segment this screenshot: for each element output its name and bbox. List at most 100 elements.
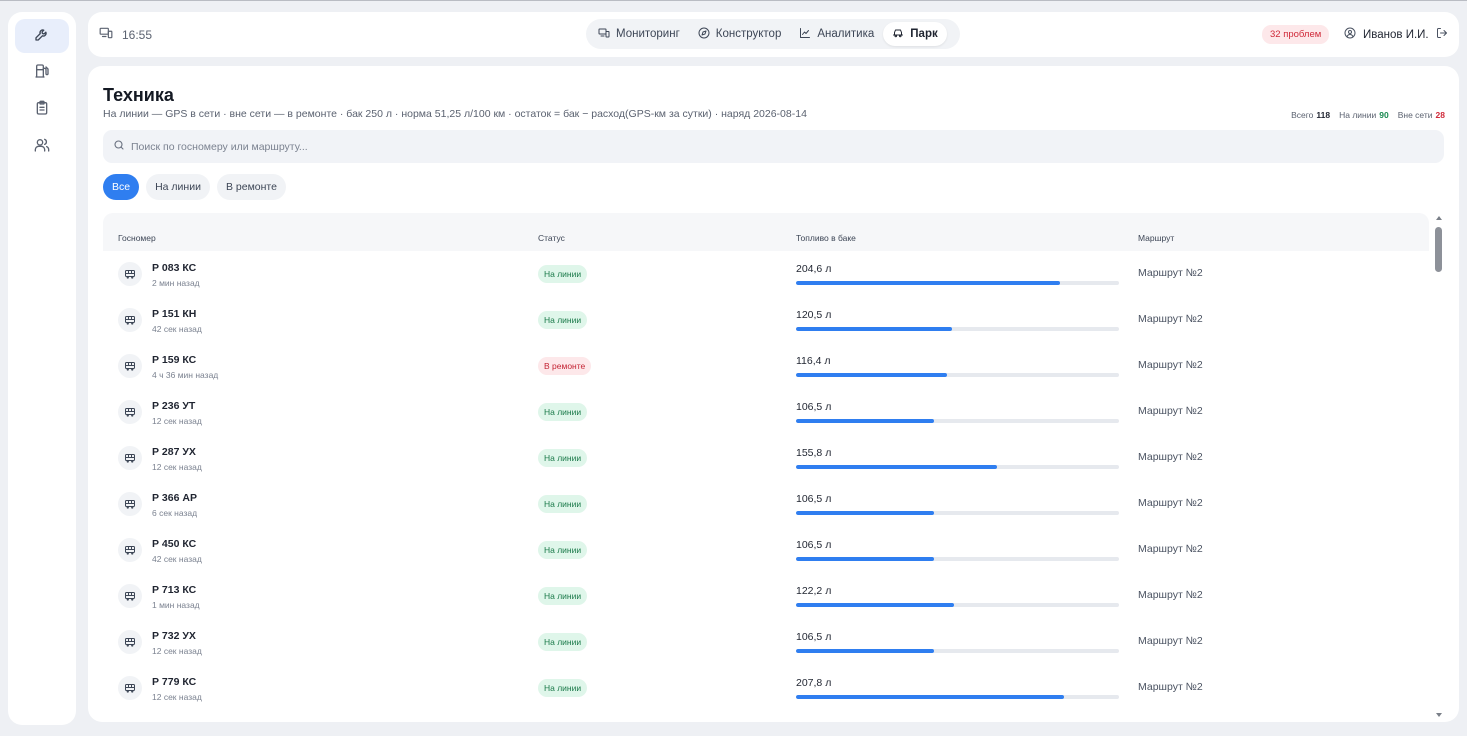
route-name: Маршрут №2	[1138, 267, 1203, 279]
top-bar: 16:55 Мониторинг Конструктор Аналитика П…	[88, 12, 1459, 57]
status-badge: На линии	[538, 403, 588, 421]
route-name: Маршрут №2	[1138, 405, 1203, 417]
filter-all[interactable]: Все	[103, 174, 140, 200]
table-row[interactable]: Р 713 КС 1 мин назад На линии 122,2 л Маршру…	[103, 573, 1429, 619]
fuel-bar	[796, 465, 1119, 469]
vehicle-plate: Р 366 АР	[152, 492, 197, 504]
fuel-pump-icon	[34, 63, 50, 84]
table-row[interactable]: Р 236 УТ 12 сек назад На линии 106,5 л Маршр…	[103, 389, 1429, 435]
search-box	[103, 130, 1444, 163]
clock: 16:55	[99, 26, 152, 43]
table-scrollbar[interactable]	[1434, 213, 1444, 722]
bus-icon	[118, 630, 142, 654]
fuel-value: 155,8 л	[796, 447, 832, 459]
last-seen: 2 мин назад	[152, 278, 200, 288]
fuel-bar-fill	[796, 465, 998, 469]
devices-icon	[99, 26, 113, 43]
vehicles-table: Госномер Статус Топливо в баке Маршрут Р…	[103, 213, 1429, 722]
sidebar-item-users[interactable]	[15, 130, 69, 164]
fuel-bar-fill	[796, 419, 934, 423]
clipboard-icon	[34, 100, 50, 121]
sidebar-item-vehicles[interactable]	[15, 19, 69, 53]
fuel-bar-fill	[796, 511, 934, 515]
problems-badge[interactable]: 32 проблем	[1262, 25, 1330, 44]
last-seen: 42 сек назад	[152, 554, 202, 564]
column-header-fuel[interactable]: Топливо в баке	[796, 233, 856, 243]
vehicle-plate: Р 732 УХ	[152, 630, 196, 642]
vehicle-plate: Р 151 КН	[152, 308, 197, 320]
table-row[interactable]: Р 287 УХ 12 сек назад На линии 155,8 л Маршр…	[103, 435, 1429, 481]
sidebar-item-orders[interactable]	[15, 93, 69, 127]
vehicle-plate: Р 159 КС	[152, 354, 197, 366]
column-header-plate[interactable]: Госномер	[118, 233, 156, 243]
vehicle-plate: Р 450 КС	[152, 538, 197, 550]
route-name: Маршрут №2	[1138, 497, 1203, 509]
scroll-thumb[interactable]	[1435, 227, 1442, 272]
table-row[interactable]: Р 732 УХ 12 сек назад На линии 106,5 л Маршр…	[103, 619, 1429, 665]
fuel-value: 116,4 л	[796, 355, 831, 367]
bus-icon	[118, 584, 142, 608]
vehicle-plate: Р 713 КС	[152, 584, 197, 596]
fleet-stats: Всего 118 На линии 90 Вне сети 28	[1291, 110, 1445, 120]
table-row[interactable]: Р 083 КС 2 мин назад На линии 204,6 л Маршру…	[103, 251, 1429, 297]
vehicle-plate: Р 083 КС	[152, 262, 197, 274]
vehicle-plate: Р 236 УТ	[152, 400, 196, 412]
status-badge: На линии	[538, 587, 588, 605]
last-seen: 42 сек назад	[152, 324, 202, 334]
logout-icon[interactable]	[1436, 27, 1448, 42]
fuel-value: 106,5 л	[796, 539, 832, 551]
scroll-down-arrow-icon[interactable]	[1436, 713, 1442, 717]
clock-time: 16:55	[122, 27, 153, 42]
sidebar-item-fuel[interactable]	[15, 56, 69, 90]
status-badge: На линии	[538, 679, 588, 697]
table-row[interactable]: Р 450 КС 42 сек назад На линии 106,5 л Маршр…	[103, 527, 1429, 573]
fuel-bar	[796, 373, 1119, 377]
fuel-value: 106,5 л	[796, 631, 832, 643]
last-seen: 12 сек назад	[152, 462, 202, 472]
fuel-bar	[796, 557, 1119, 561]
search-input[interactable]	[131, 140, 1431, 153]
fuel-value: 106,5 л	[796, 493, 832, 505]
table-header: Госномер Статус Топливо в баке Маршрут	[103, 213, 1429, 251]
fuel-bar	[796, 327, 1119, 331]
fuel-bar	[796, 419, 1119, 423]
fuel-value: 120,5 л	[796, 309, 832, 321]
table-row[interactable]: Р 151 КН 42 сек назад На линии 120,5 л Маршр…	[103, 297, 1429, 343]
user-icon	[1344, 27, 1356, 42]
sidebar	[8, 12, 76, 725]
monitor-icon	[598, 27, 610, 42]
tab-analytics[interactable]: Аналитика	[790, 22, 883, 46]
fuel-bar-fill	[796, 327, 952, 331]
page-subtitle: На линии — GPS в сети · вне сети — в рем…	[103, 108, 807, 120]
column-header-route[interactable]: Маршрут	[1138, 233, 1174, 243]
table-row[interactable]: Р 779 КС 12 сек назад На линии 207,8 л Маршр…	[103, 665, 1429, 711]
route-name: Маршрут №2	[1138, 589, 1203, 601]
tab-park[interactable]: Парк	[883, 22, 947, 46]
last-seen: 12 сек назад	[152, 416, 202, 426]
status-badge: На линии	[538, 449, 588, 467]
fuel-bar	[796, 603, 1119, 607]
column-header-status[interactable]: Статус	[538, 233, 565, 243]
status-badge: На линии	[538, 633, 588, 651]
table-row[interactable]: Р 159 КС 4 ч 36 мин назад В ремонте 116,4 л…	[103, 343, 1429, 389]
bus-icon	[118, 400, 142, 424]
tab-monitoring[interactable]: Мониторинг	[589, 22, 689, 46]
table-row[interactable]: Р 366 АР 6 сек назад На линии 106,5 л Маршру…	[103, 481, 1429, 527]
tab-label: Аналитика	[817, 28, 875, 40]
filter-in-repair[interactable]: В ремонте	[216, 174, 286, 200]
scroll-up-arrow-icon[interactable]	[1436, 216, 1442, 220]
bus-icon	[118, 308, 142, 332]
fuel-bar	[796, 649, 1119, 653]
users-icon	[34, 137, 50, 158]
status-badge: На линии	[538, 541, 588, 559]
vehicle-plate: Р 287 УХ	[152, 446, 196, 458]
filter-on-line[interactable]: На линии	[146, 174, 210, 200]
tab-constructor[interactable]: Конструктор	[689, 22, 791, 46]
tab-label: Конструктор	[715, 28, 782, 40]
stat-offline: Вне сети 28	[1397, 110, 1445, 120]
route-name: Маршрут №2	[1138, 451, 1203, 463]
user-menu[interactable]: Иванов И.И.	[1344, 27, 1448, 42]
last-seen: 12 сек назад	[152, 692, 202, 702]
bus-icon	[118, 262, 142, 286]
bus-icon	[118, 354, 142, 378]
